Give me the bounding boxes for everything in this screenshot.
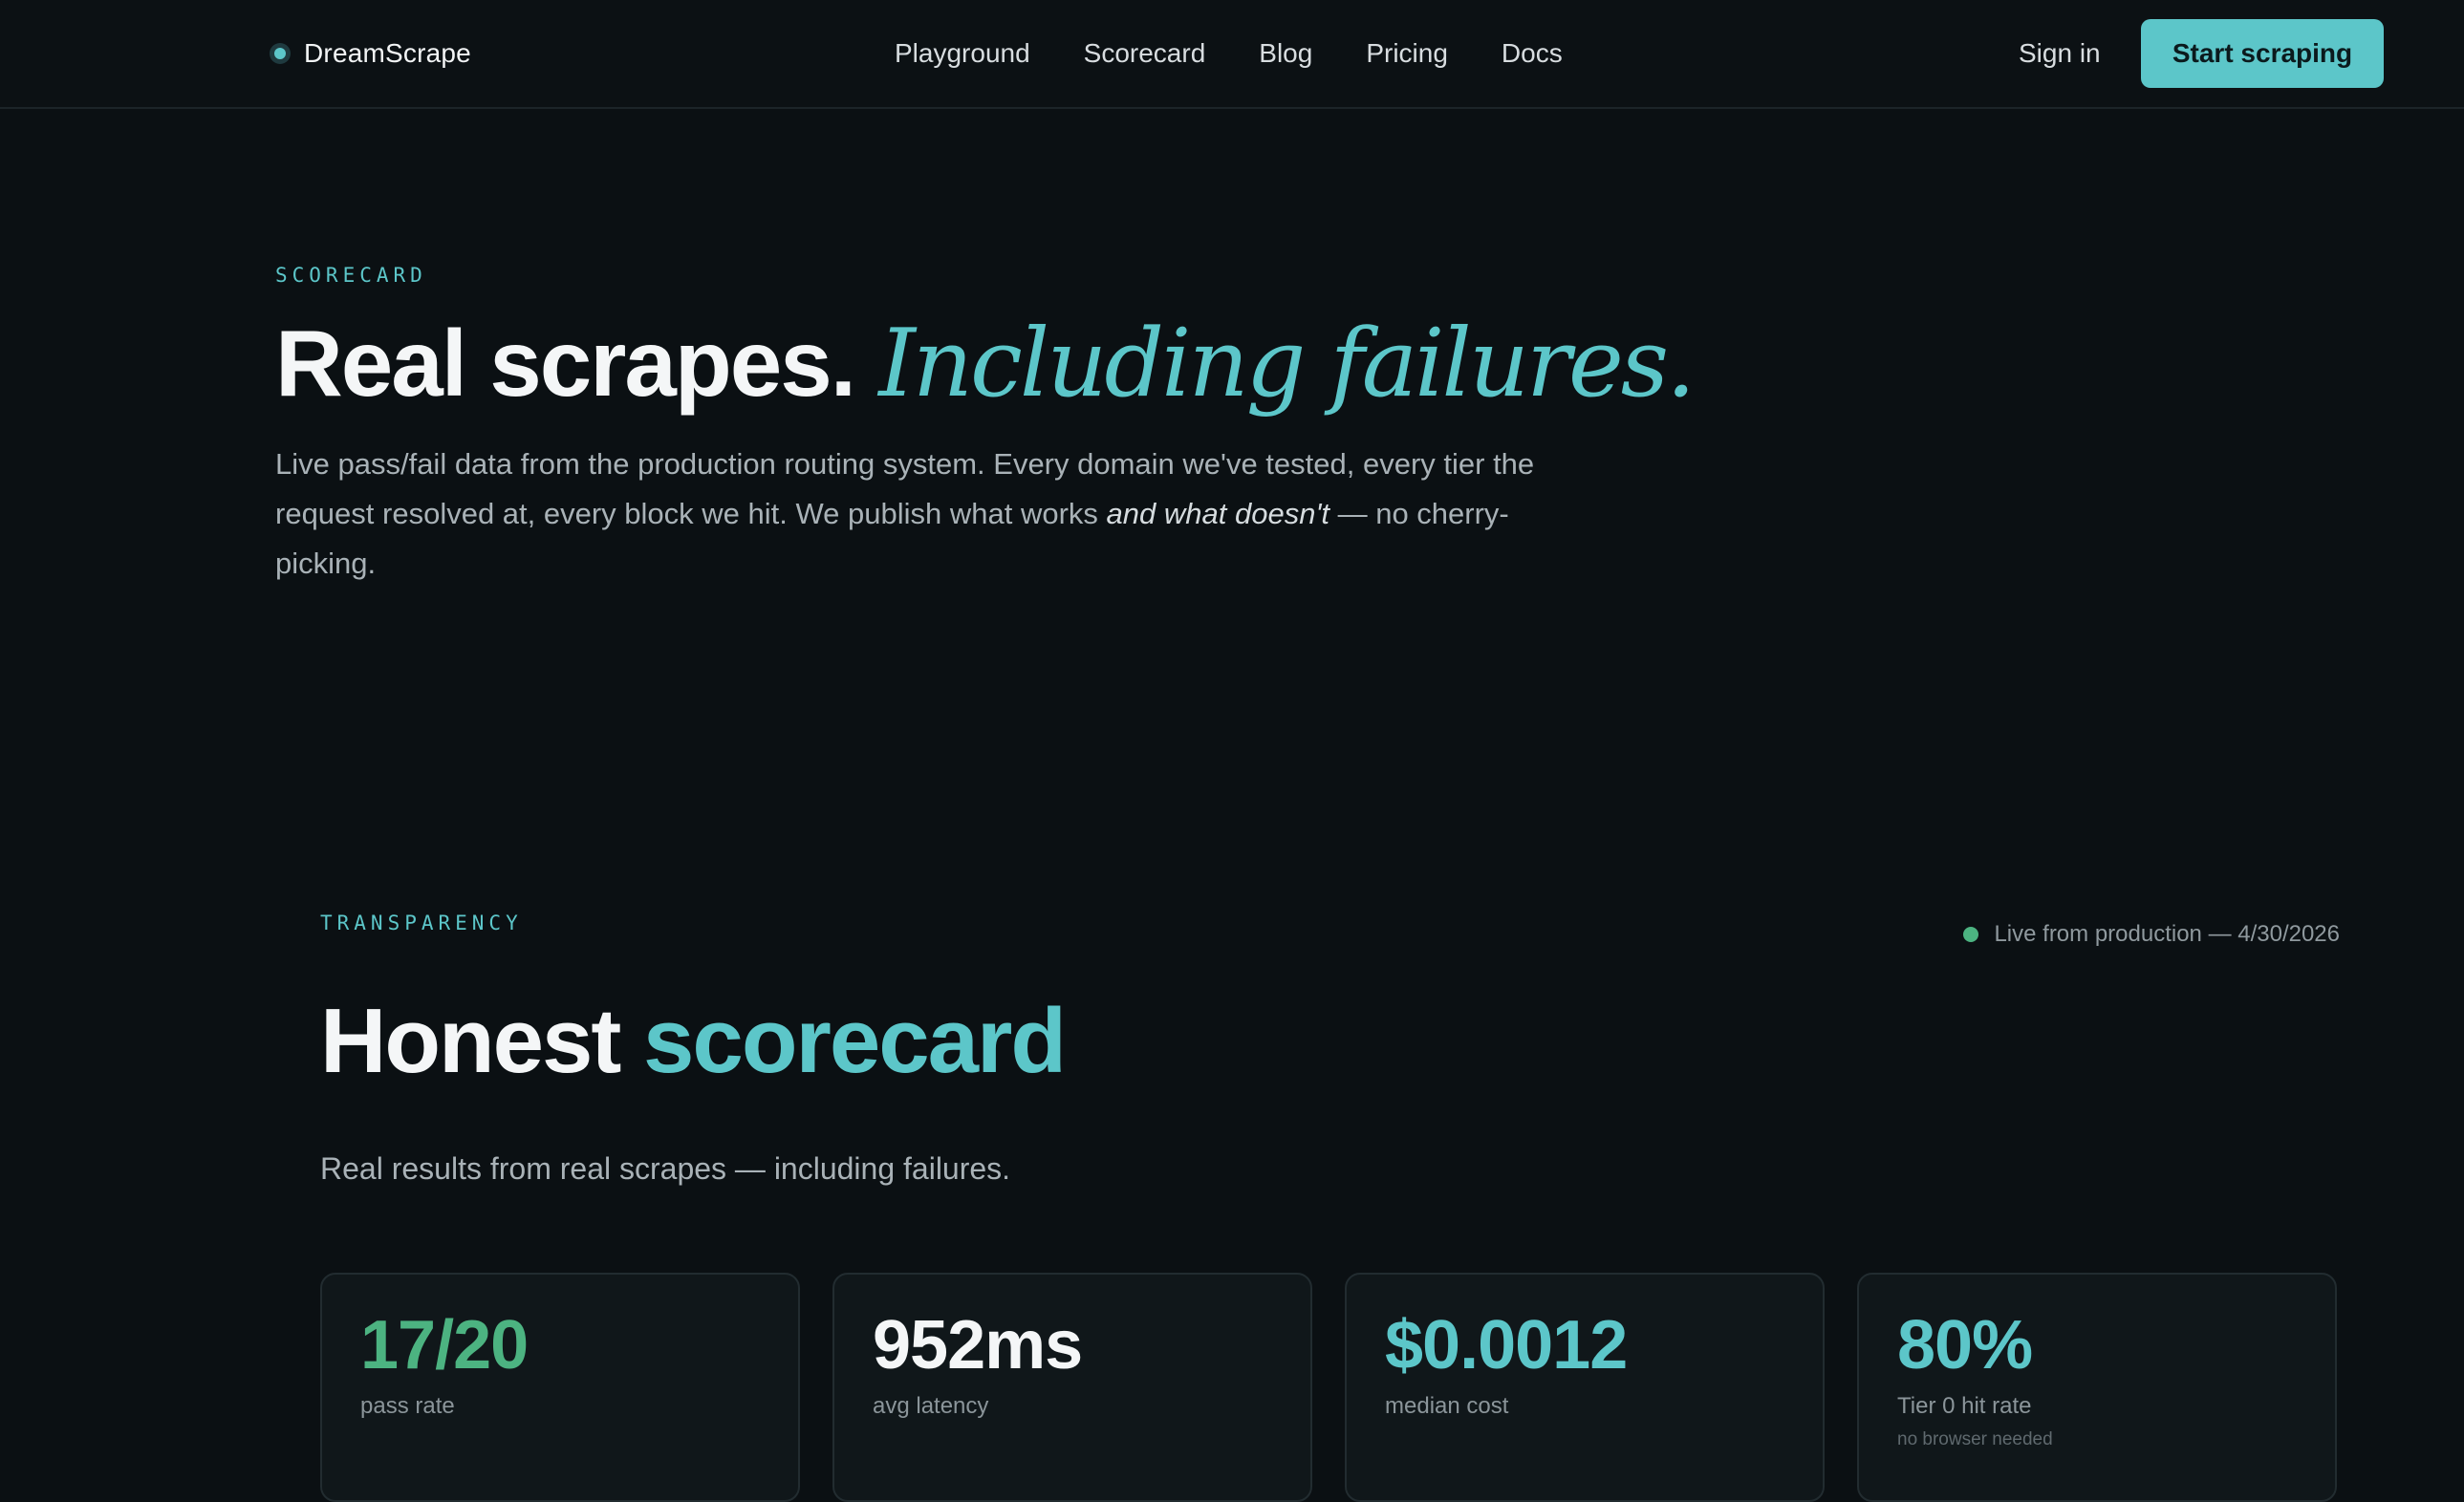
hero-eyebrow: SCORECARD bbox=[275, 264, 427, 287]
stat-note: no browser needed bbox=[1897, 1429, 2053, 1449]
nav-link-blog[interactable]: Blog bbox=[1259, 38, 1312, 69]
nav-link-docs[interactable]: Docs bbox=[1502, 38, 1563, 69]
top-nav: DreamScrape Playground Scorecard Blog Pr… bbox=[0, 0, 2464, 109]
hero-desc-emphasis: and what doesn't bbox=[1106, 497, 1329, 530]
stat-label: avg latency bbox=[873, 1393, 989, 1419]
brand-dot-icon bbox=[270, 43, 291, 64]
nav-link-pricing[interactable]: Pricing bbox=[1366, 38, 1448, 69]
section-title: Honest scorecard bbox=[320, 984, 1067, 1099]
nav-links: Playground Scorecard Blog Pricing Docs bbox=[895, 32, 1563, 75]
brand-logo[interactable]: DreamScrape bbox=[270, 32, 471, 75]
sign-in-link[interactable]: Sign in bbox=[2019, 32, 2101, 75]
stat-value: 80% bbox=[1897, 1307, 2033, 1384]
brand-name: DreamScrape bbox=[304, 38, 471, 68]
stat-card-pass-rate: 17/20 pass rate bbox=[320, 1273, 800, 1502]
stat-value: $0.0012 bbox=[1385, 1307, 1628, 1384]
hero-title-accent: Including failures. bbox=[878, 310, 1696, 418]
hero-title: Real scrapes. Including failures. bbox=[275, 306, 1696, 421]
stat-value: 17/20 bbox=[360, 1307, 529, 1384]
stat-label: Tier 0 hit rate bbox=[1897, 1393, 2032, 1419]
hero-title-main: Real scrapes. bbox=[275, 311, 856, 416]
stat-label: pass rate bbox=[360, 1393, 455, 1419]
live-status-dot-icon bbox=[1963, 927, 1979, 942]
live-status-text: Live from production — 4/30/2026 bbox=[1994, 921, 2340, 947]
section-subtitle: Real results from real scrapes — includi… bbox=[320, 1151, 1011, 1186]
live-status: Live from production — 4/30/2026 bbox=[1963, 921, 2340, 948]
section-eyebrow: TRANSPARENCY bbox=[320, 912, 523, 934]
nav-link-playground[interactable]: Playground bbox=[895, 38, 1030, 69]
stat-card-median-cost: $0.0012 median cost bbox=[1345, 1273, 1825, 1502]
start-scraping-button[interactable]: Start scraping bbox=[2141, 19, 2384, 88]
nav-link-scorecard[interactable]: Scorecard bbox=[1084, 38, 1206, 69]
hero-description: Live pass/fail data from the production … bbox=[275, 440, 1556, 589]
stat-card-tier0-hit-rate: 80% Tier 0 hit rate no browser needed bbox=[1857, 1273, 2337, 1502]
stats-grid: 17/20 pass rate 952ms avg latency $0.001… bbox=[320, 1273, 2337, 1502]
stat-label: median cost bbox=[1385, 1393, 1509, 1419]
section-title-main: Honest bbox=[320, 990, 621, 1092]
stat-card-avg-latency: 952ms avg latency bbox=[832, 1273, 1312, 1502]
section-title-accent: scorecard bbox=[643, 990, 1067, 1092]
stat-value: 952ms bbox=[873, 1307, 1083, 1384]
